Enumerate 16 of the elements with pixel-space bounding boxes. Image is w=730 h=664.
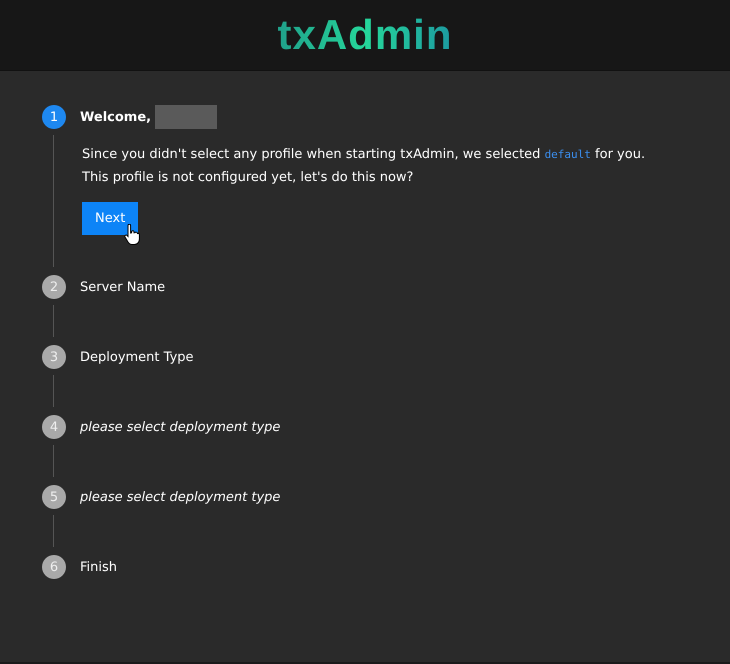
step-title: please select deployment type: [80, 420, 280, 434]
step-title: Welcome,: [80, 110, 152, 124]
hand-cursor-icon: [124, 224, 140, 246]
step-title: Deployment Type: [80, 350, 194, 364]
step-number: 1: [42, 105, 66, 129]
intro-text: Since you didn't select any profile when starting txAdmin, we selected default for you.: [82, 146, 646, 164]
step-number: 5: [42, 485, 66, 509]
step-number: 4: [42, 415, 66, 439]
next-button[interactable]: Next: [82, 202, 138, 235]
step-title: Finish: [80, 560, 118, 574]
step-number: 3: [42, 345, 66, 369]
step-number: 6: [42, 555, 66, 579]
step-number: 2: [42, 275, 66, 299]
intro-text: This profile is not configured yet, let's do this now?: [82, 169, 414, 187]
step-title: please select deployment type: [80, 490, 280, 504]
step-title: Server Name: [80, 280, 166, 294]
